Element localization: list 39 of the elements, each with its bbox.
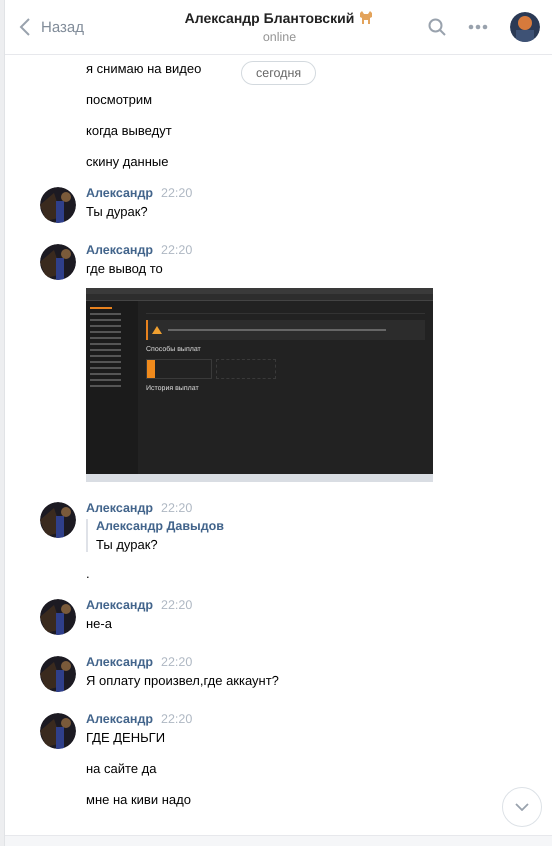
back-icon	[19, 18, 31, 36]
message-text: мне на киви надо	[86, 791, 191, 809]
message-time: 22:20	[161, 712, 192, 726]
message-text: .	[86, 565, 90, 583]
quoted-author: Александр Давыдов	[96, 519, 224, 533]
message-text: не-а	[86, 615, 112, 633]
author-name[interactable]: Александр	[86, 243, 154, 257]
author-name[interactable]: Александр	[86, 186, 154, 200]
message-time: 22:20	[161, 655, 192, 669]
search-icon[interactable]	[428, 18, 446, 36]
message-text: Я оплату произвел,где аккаунт?	[86, 672, 279, 690]
author-name[interactable]: Александр	[86, 501, 154, 515]
author-name[interactable]: Александр	[86, 598, 154, 612]
message-text: Ты дурак?	[86, 203, 148, 221]
message-text: скину данные	[86, 153, 168, 171]
back-button[interactable]: Назад	[19, 18, 169, 36]
chat-title: Александр Блантовский	[184, 10, 354, 26]
message-time: 22:20	[161, 598, 192, 612]
add-card-placeholder	[216, 359, 276, 379]
message-text: где вывод то	[86, 260, 163, 278]
message-text: на сайте да	[86, 760, 156, 778]
quoted-text: Ты дурак?	[96, 537, 159, 552]
online-status: online	[262, 30, 296, 44]
more-icon[interactable]	[468, 24, 488, 30]
message-text: когда выведут	[86, 122, 172, 140]
card-icon	[147, 360, 155, 378]
quoted-message[interactable]: Александр Давыдов Ты дурак?	[86, 519, 224, 552]
message-time: 22:20	[161, 243, 192, 257]
message-text: ГДЕ ДЕНЬГИ	[86, 729, 166, 747]
chevron-down-icon	[515, 803, 529, 811]
date-pill: сегодня	[241, 61, 316, 85]
author-name[interactable]: Александр	[86, 655, 154, 669]
message-text: посмотрим	[86, 91, 152, 109]
message-time: 22:20	[161, 501, 192, 515]
scroll-down-button[interactable]	[502, 787, 542, 827]
author-name[interactable]: Александр	[86, 712, 154, 726]
message-time: 22:20	[161, 186, 192, 200]
dog-icon	[358, 11, 374, 25]
message-text: я снимаю на видео	[86, 60, 202, 78]
